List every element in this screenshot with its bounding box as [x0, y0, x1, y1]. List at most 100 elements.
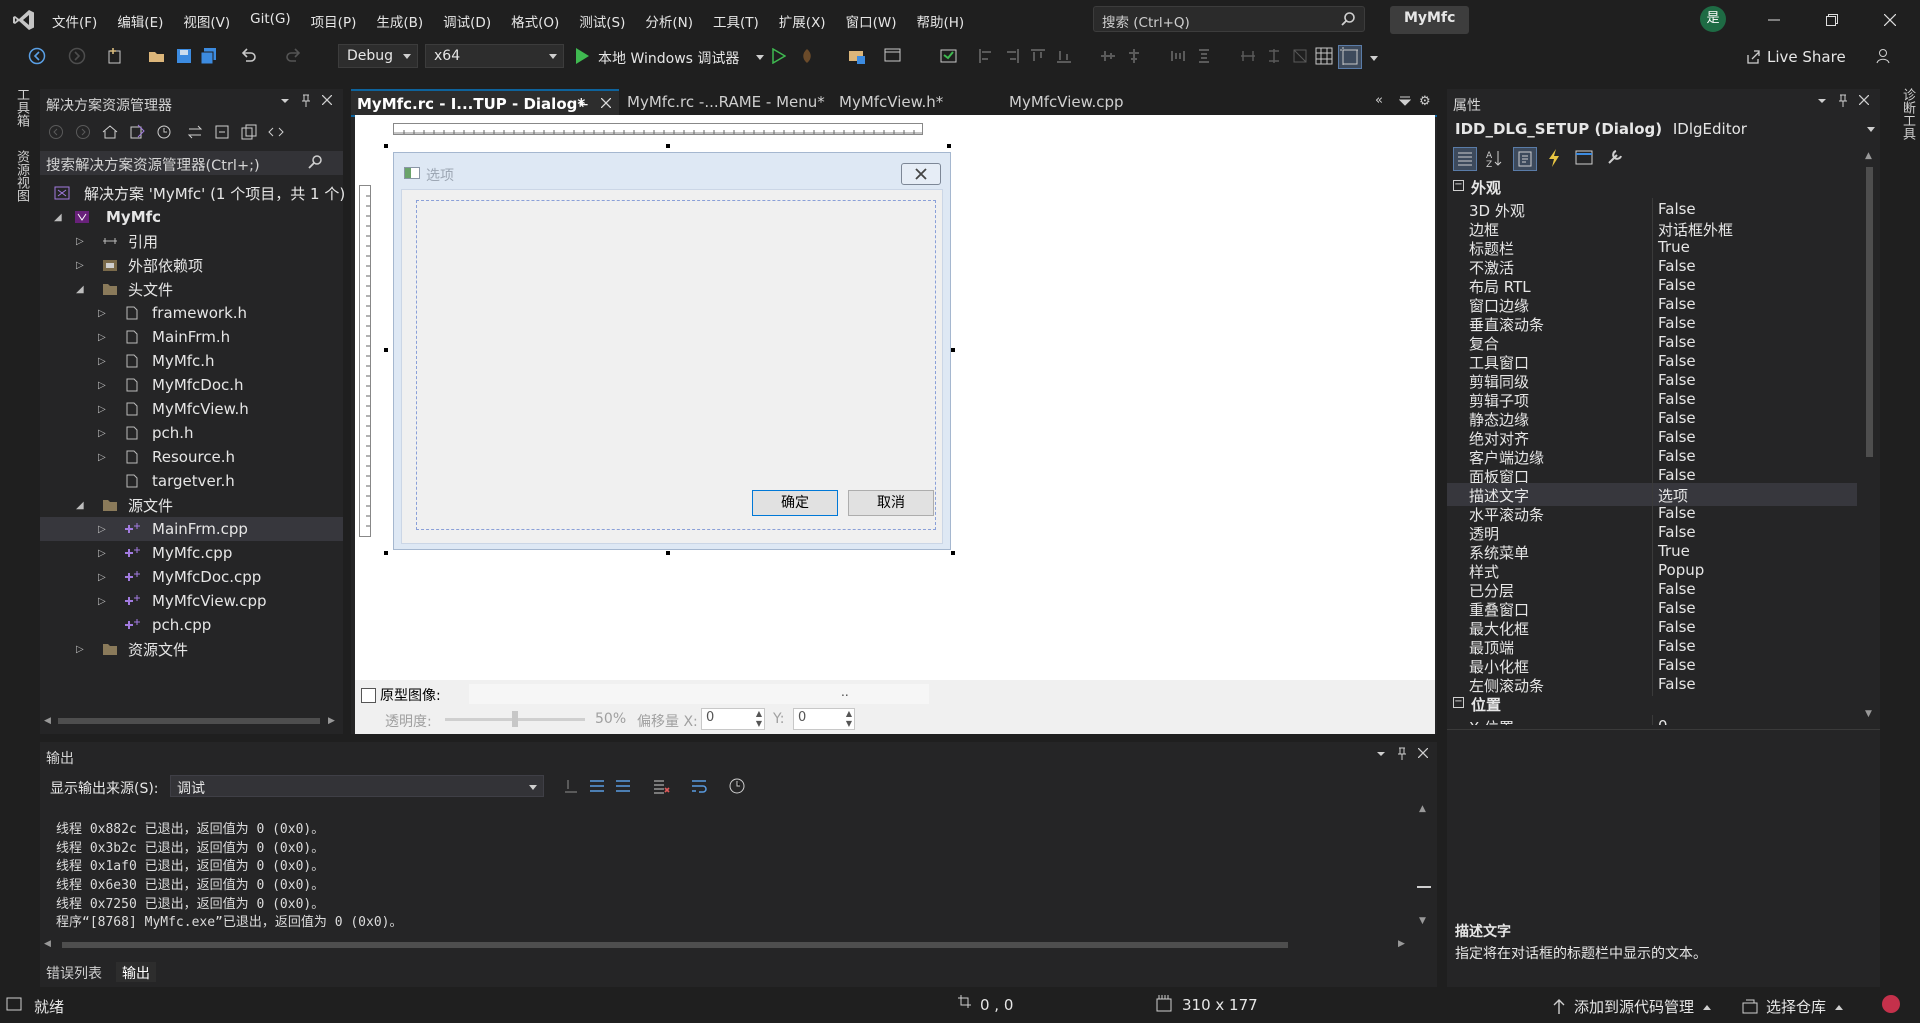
chevron-right-icon[interactable]: ▷ [98, 404, 106, 415]
show-all-files-icon[interactable] [241, 124, 257, 140]
chevron-right-icon[interactable]: ▷ [98, 524, 106, 535]
scrollbar-thumb[interactable] [62, 942, 1288, 948]
prototype-checkbox[interactable] [361, 687, 376, 703]
configuration-dropdown[interactable]: Debug [338, 44, 418, 68]
scroll-down-icon[interactable]: ▼ [1419, 916, 1426, 926]
property-pages-icon[interactable] [1603, 147, 1627, 171]
menu-file[interactable]: 文件(F) [42, 8, 107, 34]
chevron-right-icon[interactable]: ▷ [98, 332, 106, 343]
chevron-right-icon[interactable]: ▷ [76, 260, 84, 271]
offset-x-input[interactable]: 0 ▲ ▼ [701, 708, 765, 730]
chevron-right-icon[interactable]: ▷ [98, 452, 106, 463]
code-view-icon[interactable] [268, 124, 284, 140]
prototype-path-field[interactable] [469, 684, 929, 704]
tab-view-cpp[interactable]: MyMfcView.cpp [1003, 89, 1163, 115]
tree-item-references[interactable]: ▷ 引用 [40, 229, 343, 253]
property-value[interactable]: Popup [1658, 561, 1704, 579]
resize-handle[interactable] [666, 551, 670, 555]
live-share-button[interactable]: Live Share [1745, 48, 1846, 66]
solution-search-input[interactable]: 搜索解决方案资源管理器(Ctrl+;) [40, 151, 343, 175]
property-row[interactable]: X 位置 0 [1447, 715, 1857, 725]
spinner-icon[interactable]: ▲ ▼ [846, 709, 852, 729]
output-horizontal-scrollbar[interactable]: ◀ ▶ [40, 938, 1437, 952]
close-icon[interactable] [322, 95, 332, 105]
property-value[interactable]: False [1658, 580, 1696, 598]
dialog-design-canvas[interactable]: 选项 确定 取消 [355, 115, 1435, 680]
property-value[interactable]: False [1658, 314, 1696, 332]
notification-bell-icon[interactable] [1882, 995, 1900, 1013]
property-value[interactable]: False [1658, 466, 1696, 484]
menu-analyze[interactable]: 分析(N) [635, 8, 703, 34]
save-all-icon[interactable] [200, 47, 218, 65]
scroll-right-icon[interactable]: ▶ [1398, 939, 1405, 949]
property-value[interactable]: False [1658, 504, 1696, 522]
chevron-right-icon[interactable]: ▷ [98, 428, 106, 439]
tab-view-header[interactable]: MyMfcView.h* [833, 89, 993, 115]
collapse-icon[interactable]: − [1453, 180, 1464, 191]
tree-item-file[interactable]: targetver.h [40, 469, 343, 493]
property-value[interactable]: False [1658, 371, 1696, 389]
open-file-icon[interactable] [148, 47, 166, 65]
forward-icon[interactable] [75, 124, 91, 140]
property-category[interactable]: − 位置 [1447, 692, 1867, 715]
chevron-right-icon[interactable]: ▷ [76, 644, 84, 655]
dialog-preview[interactable]: 选项 确定 取消 [393, 152, 951, 550]
menu-help[interactable]: 帮助(H) [906, 8, 974, 34]
tab-output[interactable]: 输出 [116, 962, 156, 982]
chevron-down-icon[interactable]: ◢ [76, 284, 84, 295]
collapse-all-icon[interactable] [214, 124, 230, 140]
run-target-dropdown-icon[interactable] [756, 55, 764, 60]
home-icon[interactable] [102, 124, 118, 140]
sync-icon[interactable] [187, 124, 203, 140]
select-repository-button[interactable]: 选择仓库 [1742, 996, 1844, 1017]
menu-project[interactable]: 项目(P) [301, 8, 367, 34]
switch-views-icon[interactable] [129, 124, 145, 140]
tree-item-file[interactable]: ▷ pch.h [40, 421, 343, 445]
toolbar-overflow-icon[interactable] [1370, 56, 1378, 61]
make-same-size-icon[interactable] [1292, 48, 1308, 64]
pane-menu-icon[interactable] [1376, 749, 1386, 759]
space-down-icon[interactable] [1196, 48, 1212, 64]
align-bottom-icon[interactable] [1056, 48, 1072, 64]
previous-message-icon[interactable] [588, 777, 606, 795]
tree-item-file[interactable]: ▷ MyMfcDoc.cpp [40, 565, 343, 589]
make-same-height-icon[interactable] [1266, 48, 1282, 64]
scrollbar-thumb[interactable] [1417, 886, 1431, 894]
search-input[interactable]: 搜索 (Ctrl+Q) [1093, 6, 1365, 32]
hot-reload-icon[interactable] [798, 47, 816, 65]
property-category[interactable]: − 外观 [1447, 175, 1867, 198]
property-value[interactable]: False [1658, 599, 1696, 617]
output-vertical-scrollbar[interactable]: ▲ ▼ [1417, 804, 1431, 932]
property-value[interactable]: False [1658, 675, 1696, 693]
menu-window[interactable]: 窗口(W) [836, 8, 907, 34]
categorized-icon[interactable] [1453, 147, 1477, 171]
resize-handle[interactable] [666, 144, 670, 148]
resize-handle[interactable] [951, 348, 955, 352]
tree-item-file[interactable]: ▷ MyMfcView.cpp [40, 589, 343, 613]
property-value[interactable]: False [1658, 409, 1696, 427]
align-top-icon[interactable] [1030, 48, 1046, 64]
property-value[interactable]: False [1658, 447, 1696, 465]
space-across-icon[interactable] [1170, 48, 1186, 64]
center-vertical-icon[interactable] [1100, 48, 1116, 64]
tab-dialog[interactable]: MyMfc.rc - I...TUP - Dialog* ⇤ [351, 89, 619, 115]
tree-item-file[interactable]: ▷ Resource.h [40, 445, 343, 469]
resource-view-tab[interactable]: 资源视图 [12, 150, 31, 202]
property-value[interactable]: False [1658, 523, 1696, 541]
property-value[interactable]: False [1658, 352, 1696, 370]
scrollbar-thumb[interactable] [58, 718, 320, 724]
toggle-guides-icon[interactable] [1338, 45, 1362, 69]
undo-icon[interactable] [240, 47, 258, 65]
alphabetical-icon[interactable]: AZ [1483, 147, 1507, 171]
diagnostics-tab[interactable]: 诊断工具 [1898, 88, 1917, 140]
chevron-right-icon[interactable]: ▷ [98, 356, 106, 367]
find-message-icon[interactable] [562, 777, 580, 795]
property-value[interactable]: False [1658, 257, 1696, 275]
tree-item-file[interactable]: ▷ MyMfcDoc.h [40, 373, 343, 397]
start-without-debug-icon[interactable] [772, 48, 786, 64]
platform-dropdown[interactable]: x64 [425, 44, 564, 68]
object-selector[interactable]: IDD_DLG_SETUP (Dialog) IDlgEditor [1447, 118, 1880, 142]
make-same-width-icon[interactable] [1240, 48, 1256, 64]
chevron-right-icon[interactable]: ▷ [98, 596, 106, 607]
property-value[interactable]: False [1658, 428, 1696, 446]
